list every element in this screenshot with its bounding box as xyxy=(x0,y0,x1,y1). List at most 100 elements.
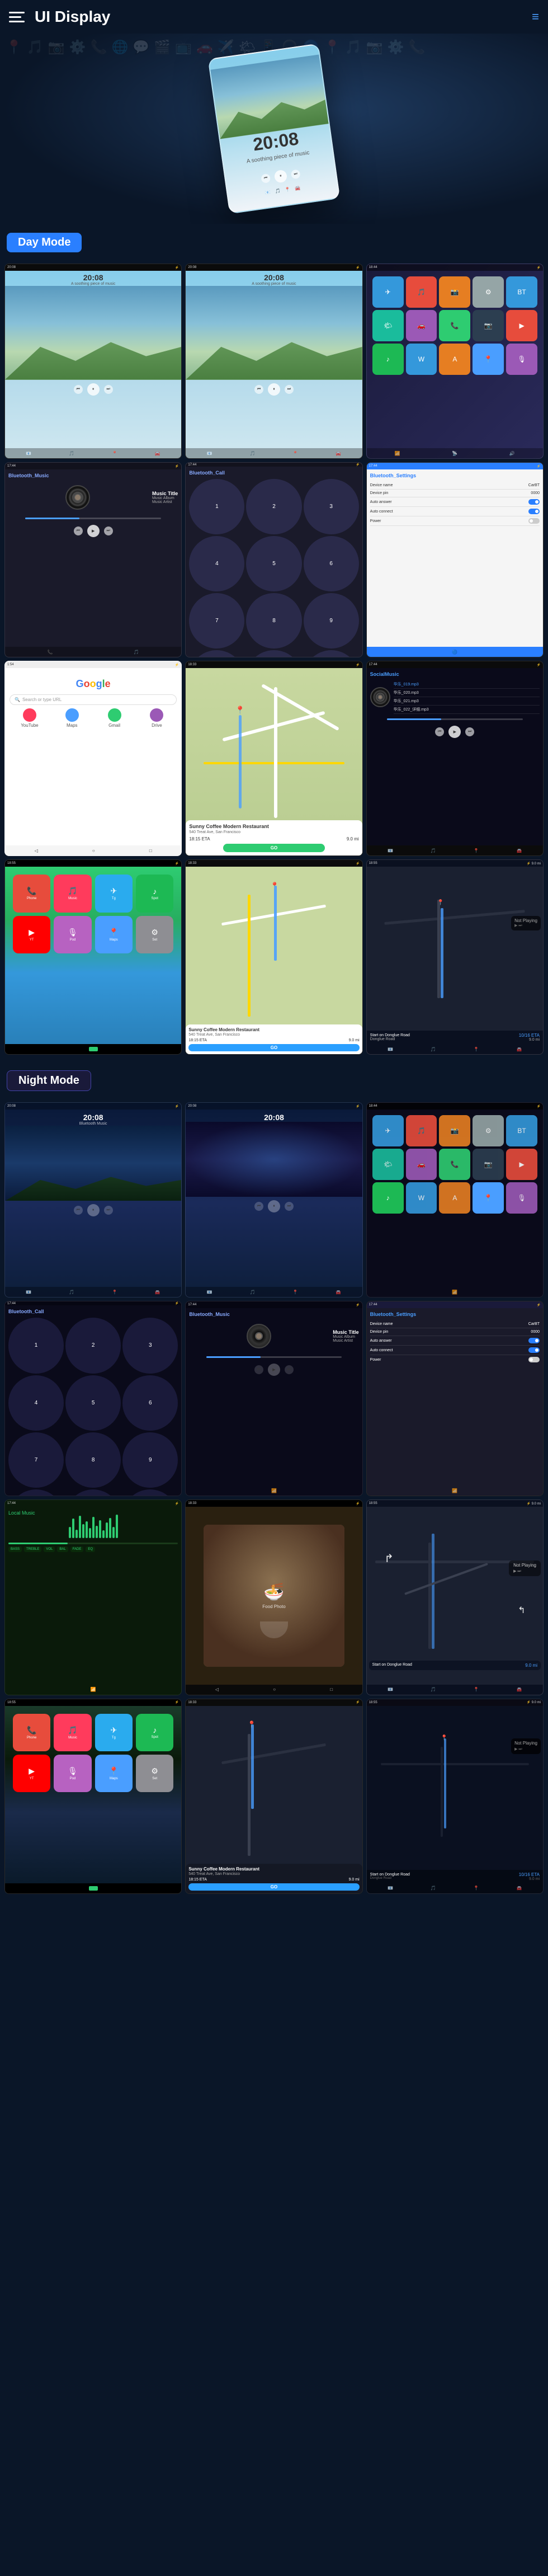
night-prev-2[interactable]: ⏮ xyxy=(254,1202,263,1211)
night-app-spotify[interactable]: ♪ xyxy=(372,1182,404,1214)
app-icon-weather[interactable]: 🌤 xyxy=(372,310,404,341)
app-icon-extra1[interactable]: 📷 xyxy=(473,310,504,341)
iphone-telegram[interactable]: ✈Tg xyxy=(95,875,133,912)
night-bt-prev[interactable]: ⏮ xyxy=(254,1365,263,1374)
night-app-carplay[interactable]: 🚗 xyxy=(406,1149,437,1180)
night-app-extra1[interactable]: 📷 xyxy=(473,1149,504,1180)
night-app-phone[interactable]: 📞 xyxy=(439,1149,470,1180)
food-bottom-back[interactable]: ◁ xyxy=(215,1687,219,1692)
night-app-waze[interactable]: W xyxy=(406,1182,437,1214)
iphone-music[interactable]: 🎵Music xyxy=(54,875,91,912)
app-icon-waze[interactable]: W xyxy=(406,344,437,375)
auto-connect-toggle[interactable] xyxy=(528,509,540,514)
local-next[interactable]: ⏭ xyxy=(465,727,474,736)
night-auto-connect-toggle[interactable] xyxy=(528,1347,540,1353)
night-app-podcast[interactable]: 🎙 xyxy=(506,1182,537,1214)
app-icon-bt[interactable]: BT xyxy=(506,276,537,308)
app-icon-settings[interactable]: ⚙ xyxy=(473,276,504,308)
google-search-bar[interactable]: 🔍 Search or type URL xyxy=(10,694,177,705)
go-button[interactable]: GO xyxy=(223,844,325,852)
local-prev[interactable]: ⏮ xyxy=(435,727,444,736)
night-dial-5[interactable]: 5 xyxy=(65,1375,121,1431)
dial-9[interactable]: 9 xyxy=(304,593,359,648)
night-app-youtube[interactable]: ▶ xyxy=(506,1149,537,1180)
night-dial-7[interactable]: 7 xyxy=(8,1432,64,1488)
night-play-1[interactable]: ⏸ xyxy=(87,1204,100,1216)
night-dial-hash[interactable]: # xyxy=(122,1489,178,1497)
play-btn-2[interactable]: ⏸ xyxy=(268,383,280,396)
night-iphone-youtube[interactable]: ▶YT xyxy=(13,1755,50,1792)
iphone-settings[interactable]: ⚙Set xyxy=(136,916,173,953)
dial-3[interactable]: 3 xyxy=(304,479,359,534)
google-bottom-home[interactable]: ○ xyxy=(92,848,95,853)
next-btn[interactable]: ⏭ xyxy=(104,385,113,394)
dial-8[interactable]: 8 xyxy=(246,593,301,648)
dial-4[interactable]: 4 xyxy=(189,536,244,591)
nav-menu-icon[interactable]: ≡ xyxy=(532,10,539,24)
google-bottom-recent[interactable]: □ xyxy=(149,848,152,853)
app-icon-podcast[interactable]: 🎙 xyxy=(506,344,537,375)
iphone-podcast[interactable]: 🎙Pod xyxy=(54,916,91,953)
app-icon-carplay[interactable]: 🚗 xyxy=(406,310,437,341)
local-track-4[interactable]: 华乐_022_详细.mp3 xyxy=(394,706,540,714)
app-icon-phone[interactable]: 📞 xyxy=(439,310,470,341)
local-track-2[interactable]: 华乐_020.mp3 xyxy=(394,689,540,697)
app-icon-spotify[interactable]: ♪ xyxy=(372,344,404,375)
night-dial-6[interactable]: 6 xyxy=(122,1375,178,1431)
night-app-weather[interactable]: 🌤 xyxy=(372,1149,404,1180)
night-next-2[interactable]: ⏭ xyxy=(285,1202,294,1211)
dial-7[interactable]: 7 xyxy=(189,593,244,648)
bt-prev[interactable]: ⏮ xyxy=(74,527,83,535)
dial-1[interactable]: 1 xyxy=(189,479,244,534)
app-icon-music[interactable]: 🎵 xyxy=(406,276,437,308)
night-bt-play[interactable]: ▶ xyxy=(268,1364,280,1376)
app-icon-amazon[interactable]: A xyxy=(439,344,470,375)
night-iphone-phone[interactable]: 📞Phone xyxy=(13,1714,50,1751)
night-next-1[interactable]: ⏭ xyxy=(104,1206,113,1215)
night-iphone-maps[interactable]: 📍Maps xyxy=(95,1755,133,1792)
night-dial-3[interactable]: 3 xyxy=(122,1318,178,1373)
food-bottom-home[interactable]: ○ xyxy=(273,1687,276,1692)
night-app-photo[interactable]: 📸 xyxy=(439,1115,470,1146)
dial-2[interactable]: 2 xyxy=(246,479,301,534)
night-app-amazon[interactable]: A xyxy=(439,1182,470,1214)
google-bottom-back[interactable]: ◁ xyxy=(35,848,38,853)
night-app-bt[interactable]: BT xyxy=(506,1115,537,1146)
app-icon-telegram[interactable]: ✈ xyxy=(372,276,404,308)
dial-5[interactable]: 5 xyxy=(246,536,301,591)
night-dial-0[interactable]: 0 xyxy=(65,1489,121,1497)
night-auto-answer-toggle[interactable] xyxy=(528,1338,540,1343)
app-icon-maps[interactable]: 📍 xyxy=(473,344,504,375)
bt-next[interactable]: ⏭ xyxy=(104,527,113,535)
night-iphone-settings[interactable]: ⚙Set xyxy=(136,1755,173,1792)
bt-play[interactable]: ▶ xyxy=(87,525,100,537)
app-icon-youtube[interactable]: ▶ xyxy=(506,310,537,341)
iphone-maps[interactable]: 📍Maps xyxy=(95,916,133,953)
night-app-telegram[interactable]: ✈ xyxy=(372,1115,404,1146)
night-iphone-music[interactable]: 🎵Music xyxy=(54,1714,91,1751)
local-play[interactable]: ▶ xyxy=(448,726,461,738)
local-track-1[interactable]: 华乐_019.mp3 xyxy=(394,680,540,689)
iphone-phone[interactable]: 📞Phone xyxy=(13,875,50,912)
night-iphone-spotify[interactable]: ♪Spot xyxy=(136,1714,173,1751)
menu-icon[interactable] xyxy=(9,7,29,27)
night-app-maps[interactable]: 📍 xyxy=(473,1182,504,1214)
dial-star[interactable]: * xyxy=(189,650,244,657)
dial-0[interactable]: 0 xyxy=(246,650,301,657)
night-iphone-podcast[interactable]: 🎙Pod xyxy=(54,1755,91,1792)
iphone-spotify[interactable]: ♪Spot xyxy=(136,875,173,912)
shortcut-3[interactable]: Gmail xyxy=(95,708,135,728)
prev-btn[interactable]: ⏮ xyxy=(74,385,83,394)
night-go-btn[interactable]: GO xyxy=(188,1883,359,1891)
night-dial-4[interactable]: 4 xyxy=(8,1375,64,1431)
night-prev-1[interactable]: ⏮ xyxy=(74,1206,83,1215)
auto-answer-toggle[interactable] xyxy=(528,499,540,505)
shortcut-4[interactable]: Drive xyxy=(136,708,177,728)
shortcut-1[interactable]: YouTube xyxy=(10,708,50,728)
food-bottom-recent[interactable]: □ xyxy=(330,1687,333,1692)
night-dial-9[interactable]: 9 xyxy=(122,1432,178,1488)
app-icon-photo[interactable]: 📸 xyxy=(439,276,470,308)
night-bt-next[interactable]: ⏭ xyxy=(285,1365,294,1374)
night-play-2[interactable]: ⏸ xyxy=(268,1200,280,1212)
night-dial-8[interactable]: 8 xyxy=(65,1432,121,1488)
